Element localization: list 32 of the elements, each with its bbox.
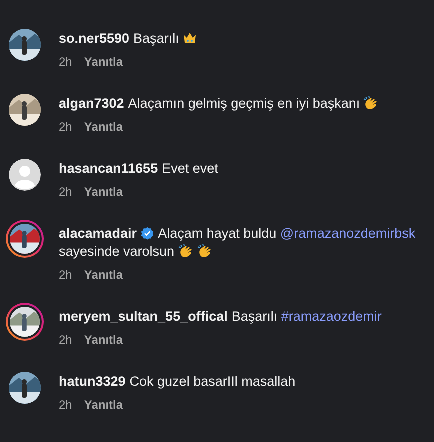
timestamp: 2h: [59, 267, 72, 284]
username-link[interactable]: algan7302: [59, 96, 124, 111]
username-link[interactable]: meryem_sultan_55_offical: [59, 309, 228, 324]
reply-button[interactable]: Yanıtla: [84, 396, 124, 414]
comment-text: hatun3329 Cok guzel basarIIl masallah: [59, 373, 297, 391]
username-link[interactable]: hatun3329: [59, 374, 126, 389]
comment-text: meryem_sultan_55_offical Başarılı #ramazaozdemir: [59, 308, 383, 326]
story-ring[interactable]: [6, 303, 44, 341]
comment-text: alacamadair Alaçam hayat buldu @ramazanozdemirbsk sayesinde varolsun: [59, 225, 417, 261]
timestamp: 2h: [59, 119, 72, 136]
comment-text: algan7302 Alaçamın gelmiş geçmiş en iyi başkanı: [59, 95, 426, 113]
clapping-hands-icon: [363, 95, 380, 111]
default-avatar-icon: [9, 159, 41, 191]
reply-button[interactable]: Yanıtla: [84, 53, 124, 71]
reply-button[interactable]: Yanıtla: [84, 183, 124, 201]
comment-text: hasancan11655 Evet evet: [59, 160, 220, 178]
mention-link[interactable]: @ramazanozdemirbsk: [280, 226, 416, 241]
timestamp: 2h: [59, 54, 72, 71]
comment-text: so.ner5590 Başarılı: [59, 30, 426, 48]
reply-button[interactable]: Yanıtla: [84, 266, 124, 284]
username-link[interactable]: alacamadair: [59, 226, 138, 241]
story-ring[interactable]: [6, 220, 44, 258]
timestamp: 2h: [59, 332, 72, 349]
username-link[interactable]: hasancan11655: [59, 161, 158, 176]
clapping-hands-icon: [196, 243, 213, 259]
reply-button[interactable]: Yanıtla: [84, 118, 124, 136]
timestamp: 2h: [59, 184, 72, 201]
mention-link[interactable]: #ramazaozdemir: [281, 309, 382, 324]
username-link[interactable]: so.ner5590: [59, 31, 130, 46]
reply-button[interactable]: Yanıtla: [84, 331, 124, 349]
clapping-hands-icon: [178, 243, 194, 259]
timestamp: 2h: [59, 397, 72, 414]
